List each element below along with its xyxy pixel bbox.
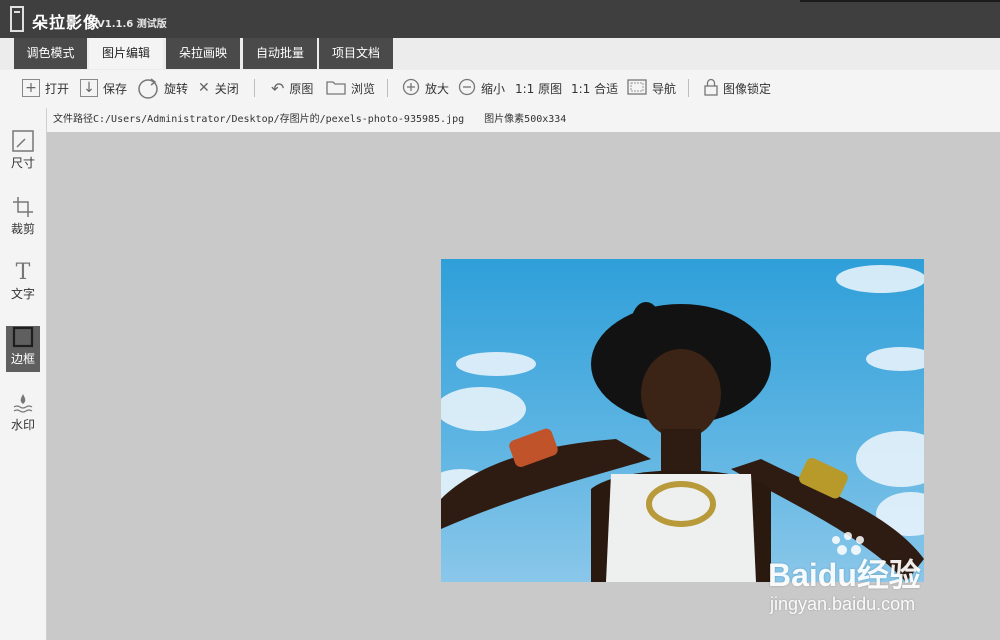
- title-bar-accent: [800, 0, 1000, 2]
- actual-size-button[interactable]: 1:1 原图: [515, 76, 562, 100]
- toolbar-separator: [387, 79, 388, 97]
- zoom-in-icon: [402, 78, 420, 99]
- lock-label: 图像锁定: [723, 81, 772, 96]
- sidebar-item-label: 尺寸: [10, 156, 35, 170]
- zoom-out-label: 缩小: [481, 81, 506, 96]
- browse-button[interactable]: 浏览: [326, 76, 375, 100]
- tab-duola-huaying[interactable]: 朵拉画映: [166, 38, 240, 69]
- sidebar-item-border[interactable]: 边框: [6, 326, 40, 372]
- open-label: 打开: [45, 81, 70, 96]
- toolbar-separator: [688, 79, 689, 97]
- mode-tabs: 调色模式 图片编辑 朵拉画映 自动批量 项目文档: [0, 38, 1000, 70]
- sidebar-item-label: 边框: [10, 352, 35, 366]
- tab-project-docs[interactable]: 项目文档: [319, 38, 393, 69]
- sidebar-item-text[interactable]: T 文字: [6, 261, 40, 307]
- sidebar-item-watermark[interactable]: 水印: [6, 392, 40, 438]
- app-title: 朵拉影像: [32, 13, 101, 32]
- file-path: 文件路径C:/Users/Administrator/Desktop/存图片的/…: [53, 114, 465, 125]
- tab-color-mode[interactable]: 调色模式: [14, 38, 87, 69]
- navigate-button[interactable]: 导航: [627, 76, 676, 100]
- sidebar-item-resize[interactable]: 尺寸: [6, 130, 40, 176]
- close-icon: ✕: [198, 80, 210, 96]
- tab-auto-batch[interactable]: 自动批量: [243, 38, 317, 69]
- lock-image-button[interactable]: 图像锁定: [704, 76, 771, 100]
- navigator-icon: [627, 78, 647, 98]
- toolbar: + 打开 ↓ 保存 旋转 ✕ 关闭 ↶ 原图 浏览 放大 缩小 1:1 原图 1…: [0, 70, 1000, 108]
- folder-icon: [326, 79, 346, 98]
- watermark-icon: [6, 392, 40, 416]
- sidebar-item-label: 水印: [10, 418, 35, 432]
- file-info-bar: 文件路径C:/Users/Administrator/Desktop/存图片的/…: [47, 108, 1000, 132]
- close-button[interactable]: ✕ 关闭: [198, 76, 239, 100]
- fit-button[interactable]: 1:1 合适: [571, 76, 618, 100]
- zoom-in-label: 放大: [425, 81, 450, 96]
- watermark-url: jingyan.baidu.com: [770, 594, 916, 614]
- rotate-label: 旋转: [164, 81, 189, 96]
- close-label: 关闭: [214, 81, 239, 96]
- image-pixels: 图片像素500x334: [484, 114, 567, 125]
- zoom-in-button[interactable]: 放大: [402, 76, 449, 100]
- undo-icon: ↶: [271, 78, 285, 98]
- plus-icon: +: [22, 79, 40, 97]
- browse-label: 浏览: [351, 81, 376, 96]
- zoom-out-button[interactable]: 缩小: [458, 76, 505, 100]
- toolbar-separator: [254, 79, 255, 97]
- original-label: 原图: [289, 81, 314, 96]
- border-icon: [6, 326, 40, 350]
- app-version: V1.1.6 测试版: [97, 19, 167, 30]
- sidebar-item-label: 裁剪: [10, 222, 35, 236]
- navigate-label: 导航: [652, 81, 677, 96]
- crop-icon: [6, 196, 40, 220]
- lock-icon: [704, 78, 718, 99]
- sidebar-item-crop[interactable]: 裁剪: [6, 196, 40, 242]
- save-label: 保存: [103, 81, 128, 96]
- title-bar: 朵拉影像 V1.1.6 测试版: [0, 0, 1000, 38]
- resize-icon: [6, 130, 40, 154]
- rotate-icon: [137, 77, 159, 99]
- tab-image-edit[interactable]: 图片编辑: [89, 38, 163, 69]
- open-button[interactable]: + 打开: [22, 76, 69, 100]
- save-button[interactable]: ↓ 保存: [80, 76, 127, 100]
- tool-sidebar: 尺寸 裁剪 T 文字 边框 水印: [0, 108, 47, 640]
- download-arrow-icon: ↓: [80, 79, 98, 97]
- baidu-watermark: Baidu经验 jingyan.baidu.com: [768, 530, 958, 620]
- watermark-logo-text: Baidu经验: [768, 557, 921, 593]
- app-logo-icon: [10, 6, 24, 32]
- zoom-out-icon: [458, 78, 476, 99]
- rotate-button[interactable]: 旋转: [137, 76, 188, 100]
- sidebar-item-label: 文字: [10, 287, 35, 301]
- original-button[interactable]: ↶ 原图: [271, 76, 313, 100]
- text-icon: T: [15, 260, 31, 285]
